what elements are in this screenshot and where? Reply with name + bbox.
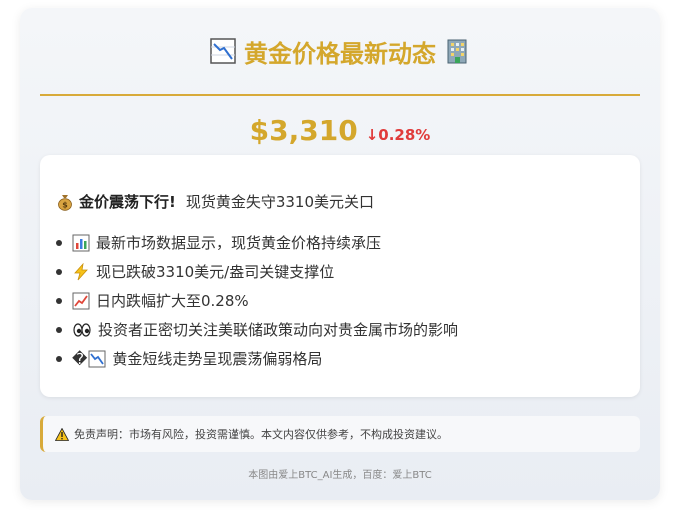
lightning-icon — [74, 262, 88, 280]
svg-text:$: $ — [62, 200, 68, 209]
chart-decreasing-icon — [210, 38, 236, 64]
headline: $ 金价震荡下行! 现货黄金失守3310美元关口 — [56, 191, 374, 212]
list-item: 最新市场数据显示，现货黄金价格持续承压 — [56, 228, 626, 257]
bullet — [56, 355, 62, 362]
bullet — [56, 268, 62, 275]
list-item: � 黄金短线走势呈现震荡偏弱格局 — [56, 344, 626, 373]
bullet — [56, 239, 62, 246]
bar-chart-icon — [72, 234, 90, 251]
list-item-text: 投资者正密切关注美联储政策动向对贵金属市场的影响 — [98, 321, 459, 339]
gold-price: $3,310 — [249, 114, 358, 147]
office-building-icon — [447, 39, 467, 64]
news-panel: $ 金价震荡下行! 现货黄金失守3310美元关口 最新市场数据显示，现货黄金价格… — [40, 155, 640, 397]
list-item-text: 现已跌破3310美元/盎司关键支撑位 — [96, 263, 335, 281]
price-row: $3,310 ↓0.28% — [20, 112, 660, 146]
headline-strong: 金价震荡下行! — [79, 193, 176, 211]
footer-credit: 本图由爱上BTC_AI生成，百度：爱上BTC — [248, 470, 432, 481]
page-title: 黄金价格最新动态 — [244, 39, 436, 68]
news-list: 最新市场数据显示，现货黄金价格持续承压 现已跌破3310美元/盎司关键支撑位 日… — [56, 228, 626, 373]
list-item-text: 最新市场数据显示，现货黄金价格持续承压 — [96, 234, 382, 252]
bullet — [56, 326, 62, 333]
disclaimer-text: 免责声明：市场有风险，投资需谨慎。本文内容仅供参考，不构成投资建议。 — [74, 428, 448, 441]
eyes-icon — [73, 322, 91, 337]
money-bag-icon: $ — [58, 194, 72, 211]
headline-text: 现货黄金失守3310美元关口 — [185, 193, 375, 211]
warning-icon — [55, 427, 69, 441]
list-item: 投资者正密切关注美联储政策动向对贵金属市场的影响 — [56, 315, 626, 344]
chart-increasing-icon — [72, 292, 90, 309]
broken-glyph: � — [72, 349, 88, 368]
disclaimer: 免责声明：市场有风险，投资需谨慎。本文内容仅供参考，不构成投资建议。 — [40, 416, 640, 452]
news-card: 黄金价格最新动态 $3,310 ↓0.28% $ 金价震荡下行! 现货黄金失守3… — [20, 8, 660, 500]
list-item: 现已跌破3310美元/盎司关键支撑位 — [56, 257, 626, 286]
price-change: ↓0.28% — [365, 126, 431, 144]
chart-decreasing-icon — [88, 350, 106, 367]
list-item-text: 日内跌幅扩大至0.28% — [96, 292, 249, 310]
bullet — [56, 297, 62, 304]
list-item: 日内跌幅扩大至0.28% — [56, 286, 626, 315]
header: 黄金价格最新动态 — [40, 8, 640, 96]
list-item-text: 黄金短线走势呈现震荡偏弱格局 — [112, 350, 323, 368]
